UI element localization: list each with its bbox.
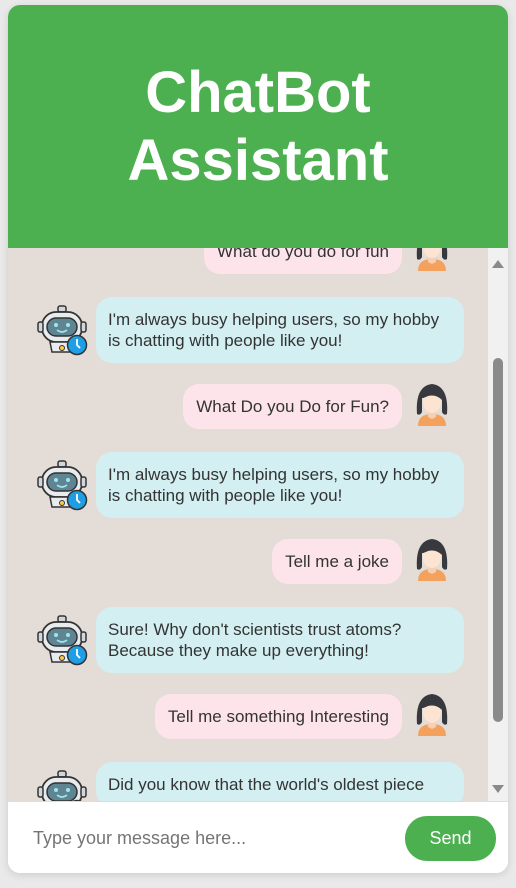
send-button[interactable]: Send — [405, 816, 496, 861]
woman-avatar-icon — [416, 384, 448, 426]
bot-message: Sure! Why don't scientists trust atoms? … — [8, 598, 488, 692]
bot-message-bubble: I'm always busy helping users, so my hob… — [96, 297, 464, 363]
page-title: ChatBot Assistant — [127, 59, 389, 193]
bot-message-bubble: Did you know that the world's oldest pie… — [96, 762, 464, 801]
chat-header: ChatBot Assistant — [8, 5, 508, 248]
user-message-bubble: What do you do for fun — [204, 248, 402, 274]
robot-avatar-icon — [37, 460, 88, 511]
message-list: What do you do for fun I'm always busy h… — [8, 248, 488, 801]
user-message-bubble: What Do you Do for Fun? — [183, 384, 402, 429]
woman-avatar-icon — [416, 539, 448, 581]
message-composer: Send — [8, 801, 508, 873]
bot-message-bubble: Sure! Why don't scientists trust atoms? … — [96, 607, 464, 673]
user-message: What Do you Do for Fun? — [8, 382, 488, 443]
chat-messages[interactable]: What do you do for fun I'm always busy h… — [8, 248, 508, 801]
chat-scrollbar[interactable] — [488, 248, 508, 801]
robot-avatar-icon — [37, 770, 87, 801]
bot-message: Did you know that the world's oldest pie… — [8, 753, 488, 801]
bot-message: I'm always busy helping users, so my hob… — [8, 288, 488, 382]
user-message-bubble: Tell me a joke — [272, 539, 402, 584]
scroll-up-arrow-icon[interactable] — [492, 260, 504, 268]
message-input[interactable] — [18, 816, 388, 860]
scroll-down-arrow-icon[interactable] — [492, 785, 504, 793]
user-message-bubble: Tell me something Interesting — [154, 694, 402, 739]
user-message: Tell me a joke — [8, 537, 488, 598]
robot-avatar-icon — [37, 615, 88, 666]
bot-message: I'm always busy helping users, so my hob… — [8, 443, 488, 537]
user-message: What do you do for fun — [8, 248, 488, 288]
user-message: Tell me something Interesting — [8, 692, 488, 753]
scrollbar-thumb[interactable] — [493, 358, 503, 722]
robot-avatar-icon — [37, 305, 88, 356]
woman-avatar-icon — [416, 248, 448, 271]
chat-app: ChatBot Assistant What do you do for fun… — [8, 5, 508, 873]
woman-avatar-icon — [416, 694, 448, 736]
bot-message-bubble: I'm always busy helping users, so my hob… — [96, 452, 464, 518]
